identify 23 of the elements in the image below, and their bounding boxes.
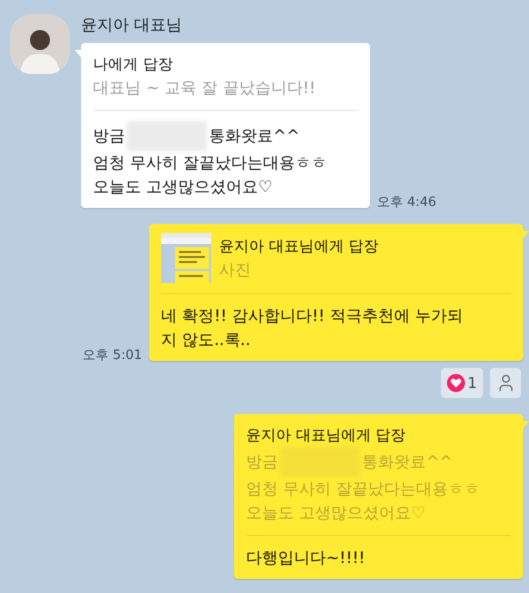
avatar[interactable] xyxy=(10,14,70,74)
message-text: 엄청 무사히 잘끝났다는대용ㅎㅎ xyxy=(93,152,328,174)
member-button[interactable] xyxy=(490,368,521,398)
message-text: 방금 xyxy=(93,125,125,147)
quoted-text: 엄청 무사히 잘끝났다는대용ㅎㅎ xyxy=(246,478,480,500)
reaction-button[interactable]: 1 xyxy=(441,368,483,398)
reply-title: 윤지아 대표님에게 답장 xyxy=(246,425,407,446)
message-text: 네 확정!! 감사합니다!! 적극추천에 누가되 xyxy=(161,305,463,327)
reaction-count: 1 xyxy=(467,372,477,394)
sender-name: 윤지아 대표님 xyxy=(81,15,184,35)
message-text: 다행입니다~!!!! xyxy=(246,547,366,569)
message-time: 오후 4:46 xyxy=(377,194,436,212)
message-text: 오늘도 고생많으셨어요♡ xyxy=(93,176,272,198)
quoted-text: 오늘도 고생많으셨어요♡ xyxy=(246,502,426,524)
message-text: 지 않도..록.. xyxy=(161,329,250,351)
reply-title: 윤지아 대표님에게 답장 xyxy=(219,236,379,257)
message-text: 통화왓료^^ xyxy=(209,125,300,147)
quoted-text: 방금 xyxy=(246,451,278,473)
quoted-text: 사진 xyxy=(219,259,251,281)
quoted-text: 대표님 ~ 교육 잘 끝났습니다!! xyxy=(93,77,316,99)
reply-title: 나에게 답장 xyxy=(93,54,174,75)
quoted-text: 통화왓료^^ xyxy=(362,451,453,473)
message-time: 오후 5:01 xyxy=(82,346,142,364)
